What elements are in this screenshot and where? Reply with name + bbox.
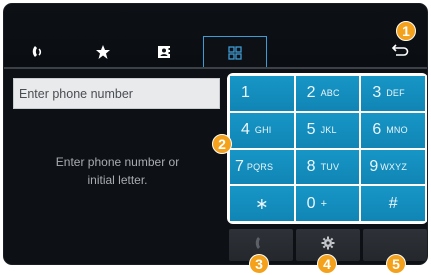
- key-digit: 0: [306, 194, 316, 212]
- callout-badge-2: 2: [212, 134, 232, 154]
- key-6[interactable]: 6 MNO: [361, 112, 425, 148]
- key-8[interactable]: 8 TUV: [295, 149, 360, 185]
- key-digit: ∗: [255, 195, 269, 213]
- tab-bar-divider: [4, 67, 427, 69]
- key-letters: DEF: [386, 88, 405, 99]
- phone-dial-screen: Enter phone number Enter phone number or…: [3, 3, 428, 265]
- tab-bar: [4, 4, 427, 69]
- callout-badge-4: 4: [317, 254, 337, 274]
- dial-keypad: 1 2 ABC 3 DEF 4 GHI 5 JKL 6 MNO 7 PQRS 8 TUV 9W…: [227, 73, 427, 224]
- key-digit: 9: [369, 157, 379, 175]
- back-arrow-icon: [391, 43, 409, 62]
- key-7[interactable]: 7 PQRS: [230, 149, 294, 185]
- key-digit: 8: [306, 157, 316, 175]
- input-hint: Enter phone number or initial letter.: [14, 153, 221, 189]
- key-letters: +: [320, 197, 328, 210]
- key-2[interactable]: 2 ABC: [295, 76, 360, 111]
- tab-recent-calls[interactable]: [14, 36, 62, 68]
- key-hash[interactable]: #: [361, 186, 425, 221]
- gear-icon: [321, 236, 335, 255]
- key-1[interactable]: 1: [230, 76, 294, 111]
- key-4[interactable]: 4 GHI: [230, 112, 294, 148]
- key-letters: JKL: [320, 125, 337, 136]
- back-button[interactable]: [384, 40, 416, 64]
- key-digit: 5: [306, 121, 316, 139]
- key-0[interactable]: 0 +: [295, 186, 360, 221]
- hint-line-1: Enter phone number or: [55, 155, 180, 169]
- key-digit: #: [388, 194, 398, 212]
- hint-line-2: initial letter.: [87, 173, 148, 187]
- favorites-star-icon: [95, 44, 111, 60]
- key-digit: 3: [372, 84, 382, 102]
- callout-badge-5: 5: [386, 254, 406, 274]
- tab-contacts[interactable]: [140, 36, 188, 68]
- tab-favorites[interactable]: [79, 36, 127, 68]
- key-digit: 1: [241, 84, 250, 102]
- key-9[interactable]: 9 WXYZ: [361, 149, 425, 185]
- key-letters: TUV: [320, 161, 340, 172]
- recent-calls-icon: [30, 44, 46, 60]
- key-digit: 6: [372, 121, 382, 139]
- key-digit: 4: [241, 121, 250, 139]
- key-3[interactable]: 3 DEF: [361, 76, 425, 111]
- key-letters: MNO: [386, 125, 408, 136]
- key-digit: 7: [235, 157, 244, 175]
- key-letters: PQRS: [246, 161, 274, 172]
- contacts-icon: [156, 44, 172, 60]
- key-letters: WXYZ: [380, 161, 408, 172]
- key-digit: 2: [306, 84, 316, 102]
- key-letters: GHI: [254, 125, 272, 136]
- call-handset-icon: [254, 236, 268, 255]
- callout-badge-1: 1: [396, 21, 416, 41]
- dial-pad-icon: [228, 46, 242, 60]
- key-letters: ABC: [320, 88, 340, 99]
- callout-badge-3: 3: [249, 254, 269, 274]
- tab-dial-pad[interactable]: [203, 36, 267, 69]
- key-5[interactable]: 5 JKL: [295, 112, 360, 148]
- phone-number-input[interactable]: Enter phone number: [13, 78, 220, 109]
- key-star[interactable]: ∗: [230, 186, 294, 221]
